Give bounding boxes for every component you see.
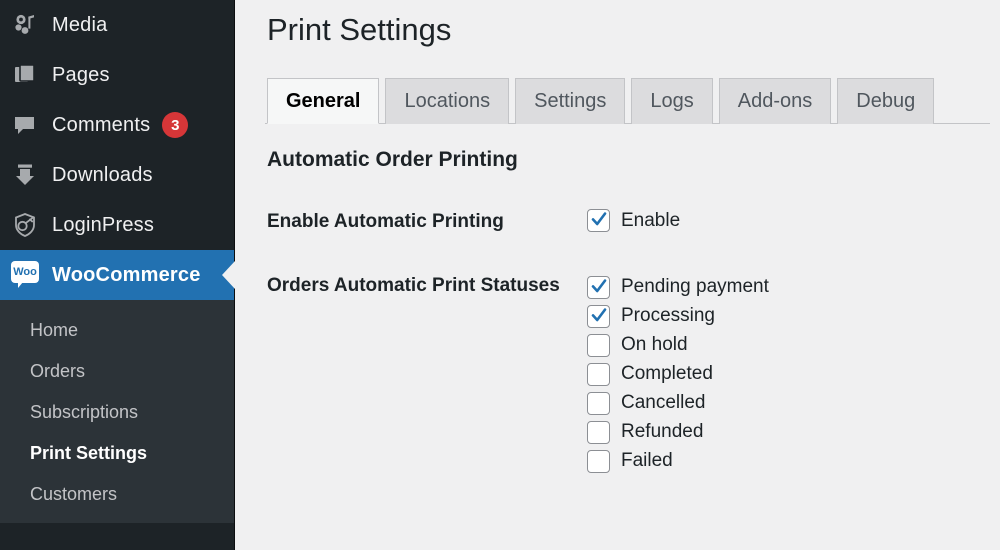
sidebar-item-label: Pages <box>52 63 110 86</box>
checkbox-box[interactable] <box>587 209 610 233</box>
pages-icon <box>10 60 40 90</box>
orders-automatic-print-statuses-row: Orders Automatic Print Statuses Pending … <box>265 272 1000 476</box>
submenu-item-print-settings[interactable]: Print Settings <box>0 433 234 474</box>
sidebar-item-downloads[interactable]: Downloads <box>0 150 234 200</box>
sidebar-item-media[interactable]: Media <box>0 0 234 50</box>
checkbox-label: On hold <box>621 334 688 356</box>
sidebar-item-label: Media <box>52 13 108 36</box>
checkbox-failed[interactable]: Failed <box>587 447 1000 476</box>
checkbox-box[interactable] <box>587 275 610 299</box>
comments-icon <box>10 110 40 140</box>
checkbox-box[interactable] <box>587 449 610 473</box>
checkbox-enable[interactable]: Enable <box>587 209 1000 233</box>
sidebar-item-label: WooCommerce <box>52 263 201 286</box>
checkbox-box[interactable] <box>587 391 610 415</box>
checkbox-box[interactable] <box>587 420 610 444</box>
tab-settings[interactable]: Settings <box>515 78 626 125</box>
checkbox-label: Refunded <box>621 421 704 443</box>
comments-count-badge: 3 <box>162 112 189 138</box>
section-title: Automatic Order Printing <box>267 148 518 172</box>
woocommerce-icon: Woo <box>10 260 40 290</box>
order-status-checkbox-group: Pending payment Processing On hold Complete… <box>587 272 1000 476</box>
submenu-item-orders[interactable]: Orders <box>0 351 234 392</box>
checkbox-label: Processing <box>621 305 715 327</box>
checkbox-box[interactable] <box>587 362 610 386</box>
admin-screen: Media Pages Comments 3 Downloads LoginPress Wo… <box>0 0 1000 550</box>
page-title: Print Settings <box>267 12 452 47</box>
checkbox-label: Failed <box>621 450 673 472</box>
enable-automatic-printing-field: Enable <box>587 208 1000 233</box>
sidebar-item-label: Downloads <box>52 163 153 186</box>
admin-sidebar: Media Pages Comments 3 Downloads LoginPress Wo… <box>0 0 235 550</box>
content-area: Print Settings General Locations Settings L… <box>235 0 1000 550</box>
checkbox-box[interactable] <box>587 304 610 328</box>
checkmark-icon <box>591 279 607 293</box>
sidebar-item-comments[interactable]: Comments 3 <box>0 100 234 150</box>
sidebar-item-label: Comments <box>52 113 151 136</box>
sidebar-item-woocommerce[interactable]: Woo WooCommerce <box>0 250 235 300</box>
submenu-item-subscriptions[interactable]: Subscriptions <box>0 392 234 433</box>
checkbox-completed[interactable]: Completed <box>587 360 1000 389</box>
checkbox-box[interactable] <box>587 333 610 357</box>
tab-logs[interactable]: Logs <box>631 78 713 125</box>
settings-tab-bar: General Locations Settings Logs Add-ons Debug <box>265 76 990 125</box>
woocommerce-submenu: Home Orders Subscriptions Print Settings Cus… <box>0 300 234 523</box>
current-menu-arrow-icon <box>222 261 235 289</box>
tab-debug[interactable]: Debug <box>837 78 935 125</box>
submenu-item-home[interactable]: Home <box>0 310 234 351</box>
tab-locations[interactable]: Locations <box>385 78 510 125</box>
submenu-item-customers[interactable]: Customers <box>0 474 234 515</box>
checkbox-enable-label: Enable <box>621 209 681 231</box>
sidebar-item-pages[interactable]: Pages <box>0 50 234 100</box>
media-icon <box>10 10 40 40</box>
checkbox-label: Completed <box>621 363 713 385</box>
tab-general[interactable]: General <box>267 78 380 125</box>
sidebar-item-label: LoginPress <box>52 213 155 236</box>
checkbox-processing[interactable]: Processing <box>587 302 1000 331</box>
tab-add-ons[interactable]: Add-ons <box>718 78 832 125</box>
checkbox-label: Pending payment <box>621 276 769 298</box>
loginpress-icon <box>10 210 40 240</box>
enable-automatic-printing-label: Enable Automatic Printing <box>267 211 504 233</box>
checkbox-refunded[interactable]: Refunded <box>587 418 1000 447</box>
checkbox-label: Cancelled <box>621 392 706 414</box>
enable-automatic-printing-row: Enable Automatic Printing Enable <box>265 208 1000 236</box>
checkmark-icon <box>591 308 607 322</box>
checkbox-cancelled[interactable]: Cancelled <box>587 389 1000 418</box>
orders-automatic-print-statuses-label: Orders Automatic Print Statuses <box>267 274 560 296</box>
downloads-icon <box>10 160 40 190</box>
checkmark-icon <box>591 212 607 226</box>
checkbox-pending-payment[interactable]: Pending payment <box>587 273 1000 302</box>
sidebar-item-loginpress[interactable]: LoginPress <box>0 200 234 250</box>
sidebar-menu: Media Pages Comments 3 Downloads LoginPress Wo… <box>0 0 235 300</box>
checkbox-on-hold[interactable]: On hold <box>587 331 1000 360</box>
